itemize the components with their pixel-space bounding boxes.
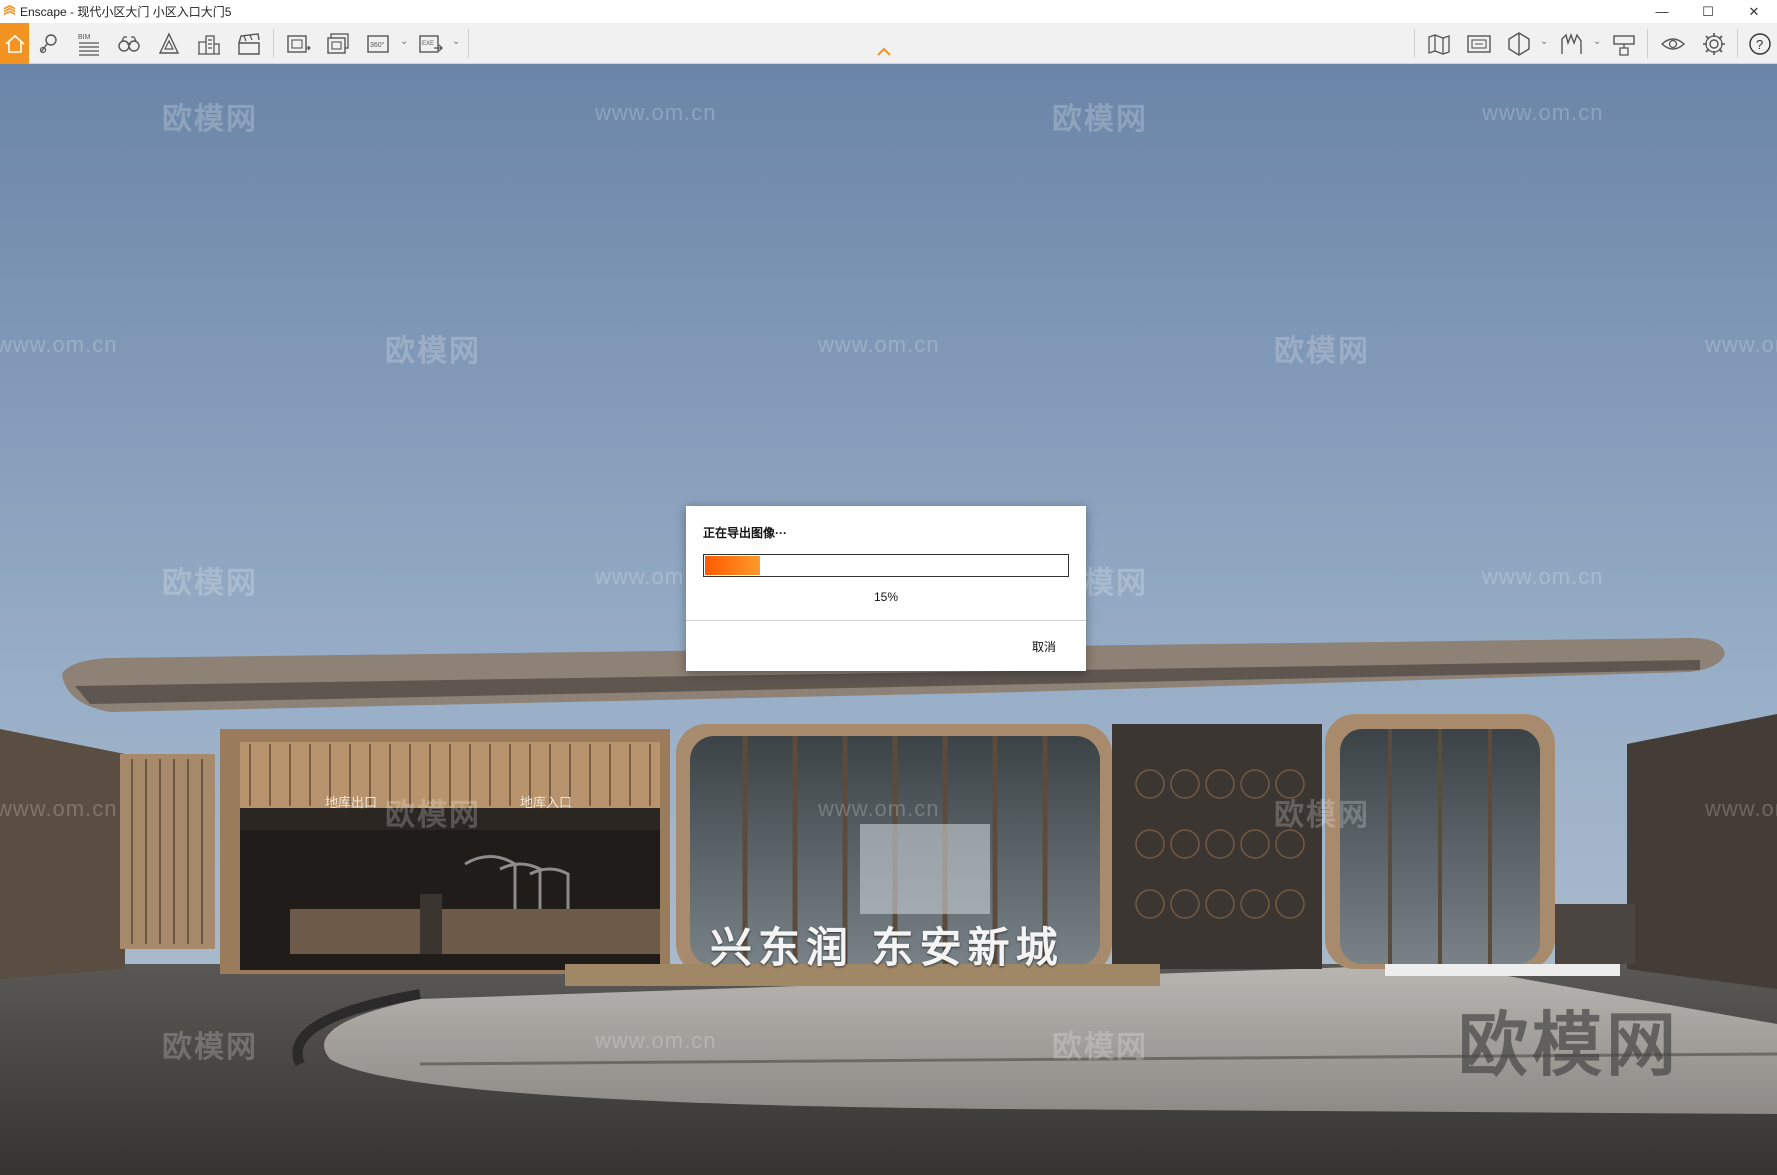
maximize-button[interactable]: ☐ [1685,0,1731,23]
gate-entry-label: 地库入口 [520,795,573,810]
title-bar: Enscape - 现代小区大门 小区入口大门5 — ☐ ✕ [0,0,1777,23]
minimize-button[interactable]: — [1639,0,1685,23]
collapse-toolbar-chevron-icon[interactable] [876,47,892,57]
view-manager-icon [1467,34,1491,53]
watermark-url: www.om.cn [1705,796,1777,821]
export-progress-dialog: 正在导出图像··· 15% 取消 [686,506,1086,671]
watermark-url: www.om.cn [1705,332,1777,357]
watermark-text: 欧模网 [162,1031,258,1064]
watermark-text: 欧模网 [1052,1031,1148,1064]
watermark-url: www.om.cn [0,332,118,357]
watermark-text: 欧模网 [1052,103,1148,136]
map-icon [1428,33,1450,55]
bim-button[interactable]: BIM [76,23,102,64]
watermark-url: www.om.cn [818,332,940,357]
visual-settings-button[interactable] [1659,23,1687,64]
toolbar-separator [1414,29,1415,58]
toolbar-separator [273,29,274,58]
progress-percent-text: 15% [873,590,899,604]
clapperboard-icon [238,32,260,55]
cancel-button[interactable]: 取消 [1032,638,1056,655]
visual-settings-icon [1660,37,1686,50]
map-pin-icon [39,33,57,53]
close-button[interactable]: ✕ [1731,0,1777,23]
enscape-logo-icon [0,0,18,23]
help-icon: ? [1749,32,1771,55]
watermark-text: 欧模网 [1274,799,1370,832]
asset-library-button[interactable] [1558,23,1586,64]
watermark-text: 欧模网 [162,567,258,600]
watermark-url: www.om.cn [818,796,940,821]
batch-render-icon [327,32,349,54]
batch-render-button[interactable] [325,23,351,64]
screenshot-button[interactable] [285,23,311,64]
material-editor-icon [1613,34,1635,56]
help-label: ? [1756,37,1763,52]
toolbar-separator [1647,29,1648,58]
map-button[interactable] [1426,23,1452,64]
buildings-button[interactable] [196,23,222,64]
screenshot-icon [287,34,311,53]
panorama-360-button[interactable]: 360° [365,23,393,64]
watermark-corner-logo: 欧模网 [1458,1006,1680,1084]
export-progress-bar [703,554,1069,577]
watermark-url: www.om.cn [595,1028,717,1053]
watermark-text: 欧模网 [162,103,258,136]
section-dropdown-icon[interactable]: ⌄ [1540,36,1548,47]
main-toolbar: BIM 360° ⌄ EXE ⌄ ⌄ ⌄ ? [0,23,1777,64]
dialog-title: 正在导出图像··· [703,526,787,540]
panorama-dropdown-icon[interactable]: ⌄ [400,36,408,47]
export-exe-icon: EXE [419,34,443,53]
home-button[interactable] [0,23,29,64]
dialog-divider [686,620,1086,621]
watermark-url: www.om.cn [1482,100,1604,125]
bim-label: BIM [78,34,91,41]
view-manager-button[interactable] [1466,23,1492,64]
watermark-url: www.om.cn [1482,564,1604,589]
toolbar-separator [1737,29,1738,58]
clapperboard-button[interactable] [236,23,262,64]
asset-library-icon [1561,32,1582,54]
navigation-button[interactable] [156,23,182,64]
panorama-360-icon: 360° [367,34,389,53]
export-exe-label: EXE [422,41,434,47]
binoculars-icon [118,35,140,52]
section-icon [1508,31,1530,56]
watermark-text: 欧模网 [385,335,481,368]
map-pin-button[interactable] [36,23,62,64]
entrance-sign-text: 兴东润 东安新城 [710,924,1064,971]
window-title: Enscape - 现代小区大门 小区入口大门5 [20,5,232,19]
buildings-icon [198,34,220,55]
asset-library-dropdown-icon[interactable]: ⌄ [1593,36,1601,47]
watermark-text: 欧模网 [1274,335,1370,368]
watermark-url: www.om.cn [0,796,118,821]
settings-icon [1703,32,1725,55]
watermark-url: www.om.cn [595,100,717,125]
section-button[interactable] [1506,23,1532,64]
progress-fill [705,556,760,575]
material-editor-button[interactable] [1610,23,1638,64]
gate-exit-label: 地库出口 [325,795,378,810]
help-button[interactable]: ? [1746,23,1774,64]
panorama-360-label: 360° [370,41,385,49]
settings-button[interactable] [1700,23,1728,64]
binoculars-button[interactable] [116,23,142,64]
watermark-text: 欧模网 [385,799,481,832]
home-icon [4,34,25,53]
bim-icon: BIM [78,34,99,56]
navigation-icon [158,31,180,54]
export-exe-button[interactable]: EXE [418,23,444,64]
toolbar-separator [468,29,469,58]
export-dropdown-icon[interactable]: ⌄ [452,36,460,47]
